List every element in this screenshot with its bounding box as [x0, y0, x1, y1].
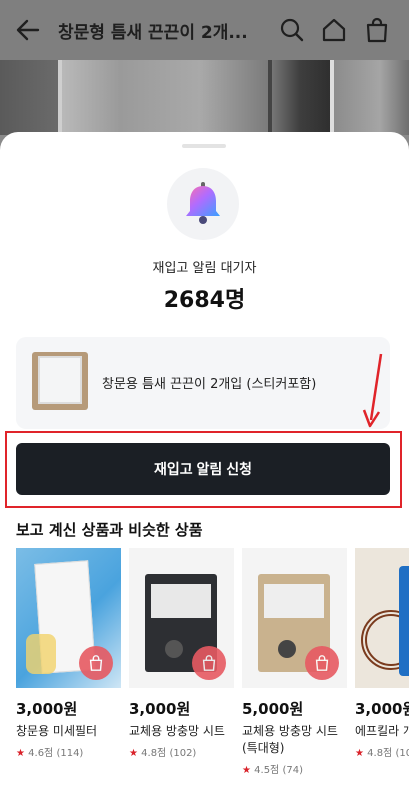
- home-icon[interactable]: [321, 17, 347, 43]
- product-name: 교체용 방충망 시트 (특대형): [242, 724, 338, 755]
- product-image: [129, 548, 234, 688]
- product-price: 3,000원: [355, 700, 409, 718]
- bell-icon-badge: [167, 168, 239, 240]
- product-thumbnail: [32, 352, 88, 410]
- star-icon: ★: [355, 748, 364, 759]
- product-price: 5,000원: [242, 700, 304, 718]
- product-card[interactable]: 3,000원 교체용 방충망 시트 ★ 4.8점 (102): [129, 548, 234, 759]
- restock-alert-apply-button[interactable]: 재입고 알림 신청: [16, 443, 390, 495]
- product-rating: ★ 4.8점 (102): [129, 748, 197, 759]
- shopping-bag-icon: [315, 655, 329, 671]
- product-image: [355, 548, 409, 688]
- add-to-cart-button[interactable]: [305, 646, 339, 680]
- selected-product-card: 창문용 틈새 끈끈이 2개입 (스티커포함): [16, 337, 390, 429]
- add-to-cart-button[interactable]: [79, 646, 113, 680]
- product-image: [16, 548, 121, 688]
- product-rating: ★ 4.8점 (10: [355, 748, 409, 759]
- similar-products-carousel[interactable]: 3,000원 창문용 미세필터 ★ 4.6점 (114) 3,000원 교체용 …: [16, 548, 409, 798]
- search-icon[interactable]: [279, 17, 305, 43]
- add-to-cart-button[interactable]: [192, 646, 226, 680]
- product-rating: ★ 4.6점 (114): [16, 748, 84, 759]
- product-name: 창문용 미세필터: [16, 724, 98, 738]
- product-image: [242, 548, 347, 688]
- waitlist-count: 2684명: [163, 288, 246, 313]
- back-arrow-icon[interactable]: [14, 16, 42, 44]
- top-app-bar: 창문형 틈새 끈끈이 2개...: [0, 0, 409, 60]
- product-card[interactable]: 3,000원 창문용 미세필터 ★ 4.6점 (114): [16, 548, 121, 759]
- product-price: 3,000원: [16, 700, 78, 718]
- star-icon: ★: [242, 765, 251, 776]
- similar-products-title: 보고 계신 상품과 비슷한 상품: [16, 521, 203, 539]
- sheet-drag-handle[interactable]: [182, 144, 226, 148]
- annotation-arrow-icon: [362, 353, 383, 428]
- product-name: 에프킬라 개: [355, 724, 409, 738]
- shopping-bag-icon: [89, 655, 103, 671]
- page-title: 창문형 틈새 끈끈이 2개...: [58, 23, 248, 43]
- star-icon: ★: [129, 748, 138, 759]
- product-hero-image: [0, 60, 409, 135]
- shopping-bag-icon: [202, 655, 216, 671]
- product-price: 3,000원: [129, 700, 191, 718]
- waitlist-label: 재입고 알림 대기자: [152, 261, 257, 276]
- product-rating: ★ 4.5점 (74): [242, 765, 303, 776]
- star-icon: ★: [16, 748, 25, 759]
- shopping-bag-icon[interactable]: [364, 17, 390, 43]
- product-card[interactable]: 5,000원 교체용 방충망 시트 (특대형) ★ 4.5점 (74): [242, 548, 347, 776]
- product-name: 창문용 틈새 끈끈이 2개입 (스티커포함): [102, 377, 317, 392]
- product-name: 교체용 방충망 시트: [129, 724, 225, 738]
- bell-icon: [186, 182, 220, 224]
- product-card[interactable]: 3,000원 에프킬라 개 ★ 4.8점 (10: [355, 548, 409, 759]
